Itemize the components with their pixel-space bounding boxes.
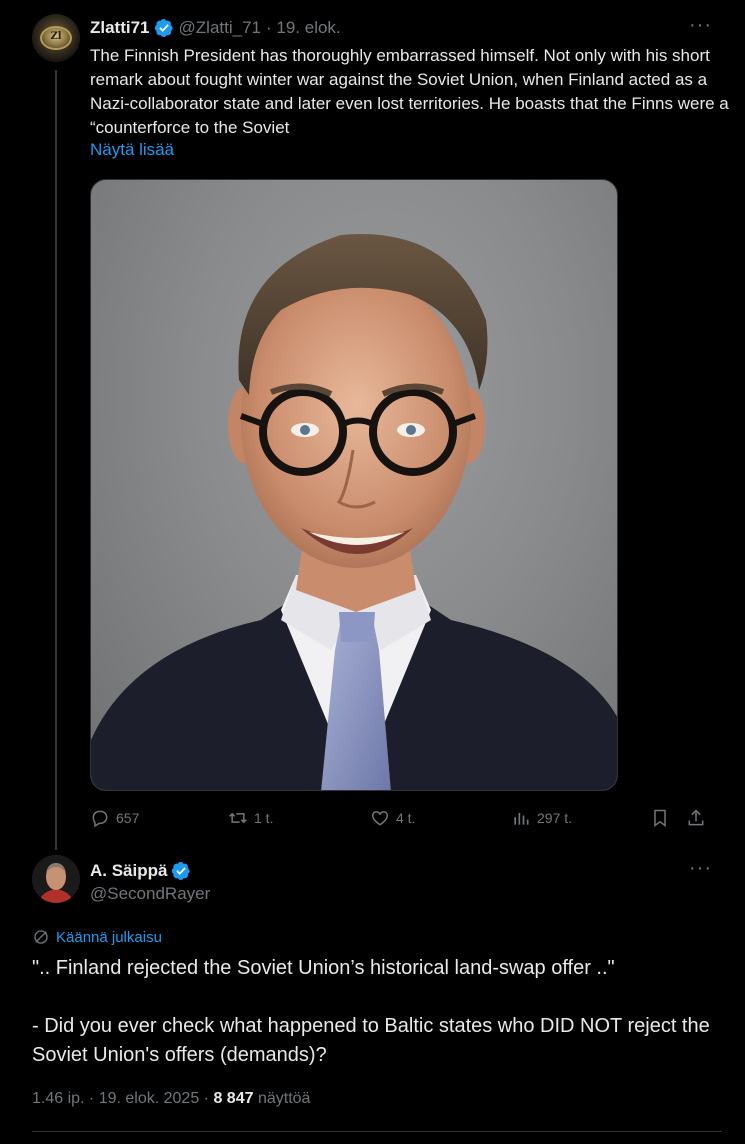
more-options-icon[interactable]: ···	[689, 14, 712, 37]
repost-icon	[229, 812, 247, 824]
share-icon	[688, 809, 704, 826]
bookmark-button[interactable]	[650, 806, 676, 830]
question-line: - Did you ever check what happened to Ba…	[32, 1015, 710, 1066]
handle[interactable]: @Zlatti_71	[179, 18, 261, 38]
globe-icon	[34, 930, 48, 944]
translate-post-link[interactable]: Käännä julkaisu	[32, 928, 162, 946]
timestamp[interactable]: 1.46 ip. · 19. elok. 2025 ·	[32, 1090, 209, 1107]
repost-button[interactable]: 1 t.	[228, 806, 273, 830]
timestamp[interactable]: · 19. elok.	[266, 18, 341, 38]
more-options-icon[interactable]: ···	[689, 857, 712, 880]
handle[interactable]: @SecondRayer	[90, 884, 210, 904]
bookmark-icon	[654, 809, 666, 827]
show-more-link[interactable]: Näytä lisää	[90, 140, 174, 160]
views-count: 8 847	[213, 1090, 254, 1107]
heart-icon	[371, 811, 389, 826]
tweet-text: ".. Finland rejected the Soviet Union’s …	[32, 954, 722, 1070]
like-button[interactable]: 4 t.	[370, 806, 415, 830]
tweet-meta: 1.46 ip. · 19. elok. 2025 · 8 847 näyttö…	[32, 1090, 310, 1108]
coin-icon: Zl	[40, 26, 72, 50]
quote-line: ".. Finland rejected the Soviet Union’s …	[32, 957, 615, 979]
tweet-photo[interactable]	[90, 179, 618, 791]
tweet-text: The Finnish President has thoroughly emb…	[90, 46, 729, 137]
display-name[interactable]: A. Säippä	[90, 861, 167, 881]
thread-connector-line	[55, 70, 57, 850]
repost-count: 1 t.	[254, 810, 274, 826]
avatar[interactable]: Zl	[32, 14, 80, 62]
tweet-header: Zlatti71 @Zlatti_71 · 19. elok.	[90, 17, 341, 39]
divider	[32, 1131, 722, 1132]
display-name[interactable]: Zlatti71	[90, 18, 150, 38]
like-count: 4 t.	[396, 810, 416, 826]
profile-photo	[32, 855, 80, 903]
views-button[interactable]: 297 t.	[511, 806, 572, 830]
analytics-icon	[514, 813, 529, 825]
views-count: 297 t.	[537, 810, 573, 826]
verified-badge-icon	[172, 862, 191, 880]
reply-button[interactable]: 657	[90, 806, 139, 830]
verified-badge-icon	[154, 19, 173, 37]
tweet-actions: 657 1 t. 4 t. 297 t.	[90, 806, 720, 830]
tweet-header: A. Säippä	[90, 859, 191, 883]
share-button[interactable]	[686, 806, 712, 830]
translate-label: Käännä julkaisu	[56, 928, 162, 946]
avatar[interactable]	[32, 855, 80, 903]
reply-count: 657	[116, 810, 140, 826]
reply-icon	[92, 810, 108, 828]
views-label: näyttöä	[257, 1090, 311, 1107]
portrait-image	[91, 234, 617, 790]
